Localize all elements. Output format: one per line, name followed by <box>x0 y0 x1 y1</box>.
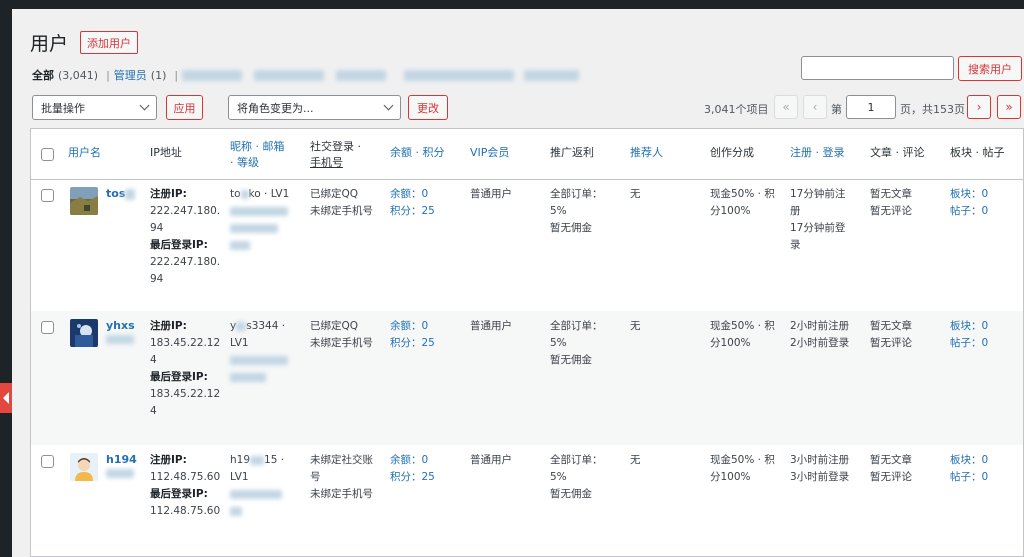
filter-all[interactable]: 全部 <box>32 67 54 83</box>
avatar[interactable] <box>70 187 98 215</box>
search-input[interactable] <box>801 56 954 80</box>
social-cell: 已绑定QQ 未绑定手机号 <box>310 188 373 217</box>
users-table: 用户名 IP地址 昵称 · 邮箱 · 等级 社交登录 · 手机号 余额 · 积分… <box>30 128 1024 557</box>
select-all-checkbox[interactable] <box>41 148 54 161</box>
col-balance[interactable]: 余额 · 积分 <box>390 145 445 161</box>
nickname-cell: h19 15 · LV1 <box>230 452 284 520</box>
col-vip[interactable]: VIP会员 <box>470 145 509 161</box>
social-cell: 已绑定QQ 未绑定手机号 <box>310 320 373 349</box>
apply-button[interactable]: 应用 <box>166 95 203 120</box>
blurred-filter <box>182 69 243 81</box>
add-user-button[interactable]: 添加用户 <box>80 31 139 54</box>
creator-cell: 现金50% · 积 分100% <box>710 454 775 483</box>
posts-cell: 暂无文章 暂无评论 <box>870 188 912 217</box>
bulk-action-select[interactable]: 批量操作 <box>32 95 157 120</box>
next-page-button[interactable]: › <box>967 95 991 119</box>
ip-cell: 注册IP: 222.247.180. 94 最后登录IP: 222.247.18… <box>150 188 221 285</box>
nickname-cell: y s3344 · LV1 <box>230 318 288 386</box>
col-register[interactable]: 注册 · 登录 <box>790 145 845 161</box>
table-row: h194 注册IP: 112.48.75.60 最后登录IP: 112.48.7… <box>31 445 1023 556</box>
items-count: 3,041个项目 <box>704 103 769 116</box>
col-ip: IP地址 <box>150 146 182 159</box>
col-promo: 推广返利 <box>550 146 594 159</box>
balance-cell: 余额：0 积分：25 <box>390 454 435 483</box>
page-total: 页，共153页 <box>900 103 965 116</box>
col-forum: 板块 · 帖子 <box>950 146 1005 159</box>
username-link[interactable]: yhxs <box>106 319 135 345</box>
register-cell: 17分钟前注 册 17分钟前登 录 <box>790 188 846 251</box>
vip-cell: 普通用户 <box>470 188 512 200</box>
chevron-down-icon <box>139 100 150 111</box>
referrer-cell: 无 <box>630 454 641 466</box>
side-collapse-icon[interactable] <box>0 383 12 413</box>
forum-cell: 板块：0 帖子：0 <box>950 454 989 483</box>
vip-cell: 普通用户 <box>470 320 512 332</box>
col-posts: 文章 · 评论 <box>870 146 925 159</box>
col-referrer[interactable]: 推荐人 <box>630 145 663 161</box>
avatar[interactable] <box>70 319 98 347</box>
col-nickname[interactable]: 昵称 · 邮箱 · 等级 <box>230 139 285 171</box>
change-role-select[interactable]: 将角色变更为... <box>228 95 401 120</box>
main-content: 用户 添加用户 全部 (3,041) | 管理员 (1) | 搜索用户 批量操作… <box>12 9 1024 557</box>
admin-side-menu <box>0 9 12 557</box>
social-cell: 未绑定社交账 号 未绑定手机号 <box>310 454 373 500</box>
table-header: 用户名 IP地址 昵称 · 邮箱 · 等级 社交登录 · 手机号 余额 · 积分… <box>31 129 1023 180</box>
role-filter-links: 全部 (3,041) | 管理员 (1) | <box>32 67 580 83</box>
forum-cell: 板块：0 帖子：0 <box>950 188 989 217</box>
promo-cell: 全部订单： 5% 暂无佣金 <box>550 320 603 366</box>
balance-cell: 余额：0 积分：25 <box>390 320 435 349</box>
blurred-filter <box>524 69 580 81</box>
chevron-down-icon <box>383 100 394 111</box>
nickname-cell: to ko · LV1 <box>230 186 289 254</box>
username-link[interactable]: tos <box>106 187 136 200</box>
table-row: yhxs 注册IP: 183.45.22.12 4 最后登录IP: 183.45… <box>31 311 1023 445</box>
posts-cell: 暂无文章 暂无评论 <box>870 454 912 483</box>
page-prefix: 第 <box>831 103 842 116</box>
creator-cell: 现金50% · 积 分100% <box>710 188 775 217</box>
filter-admin[interactable]: 管理员 <box>114 67 147 83</box>
prev-page-button: ‹ <box>803 95 827 119</box>
forum-cell: 板块：0 帖子：0 <box>950 320 989 349</box>
col-social: 社交登录 · 手机号 <box>310 140 361 169</box>
admin-top-bar <box>0 0 1024 9</box>
promo-cell: 全部订单： 5% 暂无佣金 <box>550 454 603 500</box>
filter-all-count: (3,041) <box>58 68 99 82</box>
row-checkbox[interactable] <box>41 455 54 468</box>
first-page-button: « <box>774 95 798 119</box>
current-page-input[interactable]: 1 <box>846 95 896 119</box>
title-row: 用户 添加用户 <box>30 29 139 56</box>
change-role-button[interactable]: 更改 <box>408 95 448 120</box>
vip-cell: 普通用户 <box>470 454 512 466</box>
blurred-filter <box>254 69 325 81</box>
register-cell: 3小时前注册 3小时前登录 <box>790 454 850 483</box>
table-row: tos 注册IP: 222.247.180. 94 最后登录IP: 222.24… <box>31 181 1023 311</box>
blurred-filter <box>404 69 515 81</box>
row-checkbox[interactable] <box>41 321 54 334</box>
promo-cell: 全部订单： 5% 暂无佣金 <box>550 188 603 234</box>
blurred-filter <box>336 69 387 81</box>
username-link[interactable]: h194 <box>106 453 137 479</box>
row-checkbox[interactable] <box>41 189 54 202</box>
posts-cell: 暂无文章 暂无评论 <box>870 320 912 349</box>
page-title: 用户 <box>30 33 69 55</box>
last-page-button[interactable]: » <box>997 95 1021 119</box>
search-users-button[interactable]: 搜索用户 <box>958 56 1022 81</box>
referrer-cell: 无 <box>630 320 641 332</box>
col-username[interactable]: 用户名 <box>68 145 101 161</box>
balance-cell: 余额：0 积分：25 <box>390 188 435 217</box>
filter-admin-count: (1) <box>150 68 167 82</box>
avatar[interactable] <box>70 453 98 481</box>
creator-cell: 现金50% · 积 分100% <box>710 320 775 349</box>
ip-cell: 注册IP: 183.45.22.12 4 最后登录IP: 183.45.22.1… <box>150 320 221 417</box>
register-cell: 2小时前注册 2小时前登录 <box>790 320 850 349</box>
col-creator: 创作分成 <box>710 146 754 159</box>
referrer-cell: 无 <box>630 188 641 200</box>
ip-cell: 注册IP: 112.48.75.60 最后登录IP: 112.48.75.60 <box>150 454 221 517</box>
